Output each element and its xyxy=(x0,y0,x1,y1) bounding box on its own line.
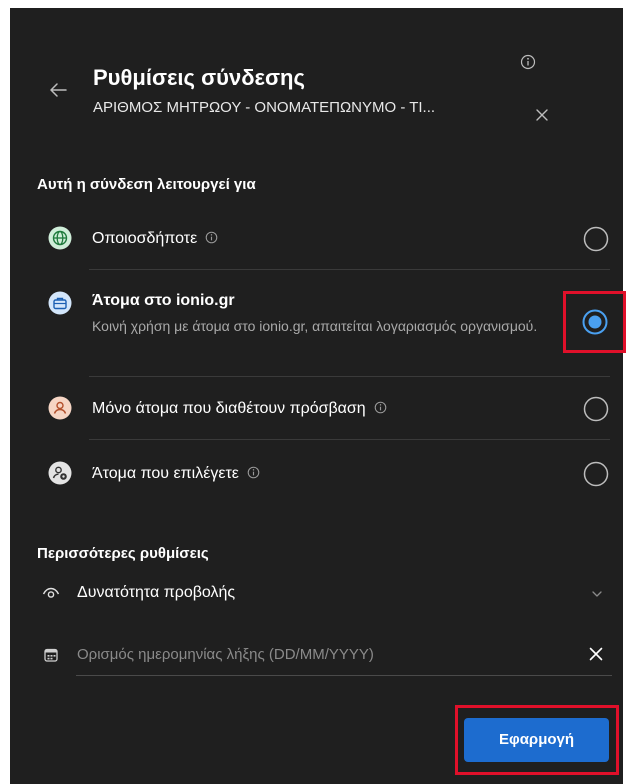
expiry-date-field[interactable]: Ορισμός ημερομηνίας λήξης (DD/MM/YYYY) xyxy=(37,635,612,675)
radio-people-with-access[interactable] xyxy=(583,396,609,422)
option-people-you-choose-label: Άτομα που επιλέγετε xyxy=(92,465,239,482)
view-permission-dropdown[interactable]: Δυνατότητα προβολής xyxy=(37,576,612,610)
divider xyxy=(89,439,610,440)
briefcase-icon xyxy=(48,291,72,315)
person-icon xyxy=(48,396,72,420)
option-people-with-access-label: Μόνο άτομα που διαθέτουν πρόσβαση xyxy=(92,400,366,417)
clear-date-icon[interactable] xyxy=(588,646,604,662)
divider xyxy=(89,269,610,270)
view-permission-label: Δυνατότητα προβολής xyxy=(77,584,236,601)
back-arrow-icon[interactable] xyxy=(46,78,70,102)
close-icon[interactable] xyxy=(534,107,550,123)
option-ionio-description: Κοινή χρήση με άτομα στο ionio.gr, απαιτ… xyxy=(92,318,538,334)
option-ionio-label[interactable]: Άτομα στο ionio.gr xyxy=(92,292,235,310)
radio-ionio-selected[interactable] xyxy=(582,309,608,335)
option-anyone-label: Οποιοσδήποτε xyxy=(92,230,198,247)
radio-anyone[interactable] xyxy=(583,226,609,252)
divider xyxy=(89,376,610,377)
more-settings-heading: Περισσότερες ρυθμίσεις xyxy=(37,545,209,562)
apply-button[interactable]: Εφαρμογή xyxy=(464,718,609,762)
info-icon[interactable] xyxy=(520,54,536,70)
calendar-icon xyxy=(44,648,58,662)
expiry-date-placeholder: Ορισμός ημερομηνίας λήξης (DD/MM/YYYY) xyxy=(77,646,374,663)
globe-icon xyxy=(48,226,72,250)
option-people-you-choose[interactable]: Άτομα που επιλέγετε xyxy=(92,465,260,483)
access-section-heading: Αυτή η σύνδεση λειτουργεί για xyxy=(37,176,256,193)
info-icon[interactable] xyxy=(205,231,218,244)
page-title: Ρυθμίσεις σύνδεσης xyxy=(93,65,305,90)
info-icon[interactable] xyxy=(374,401,387,414)
file-name-subtitle: ΑΡΙΘΜΟΣ ΜΗΤΡΩΟΥ - ΟΝΟΜΑΤΕΠΩΝΥΜΟ - ΤΙ... xyxy=(93,99,436,116)
chevron-down-icon xyxy=(590,587,604,601)
eye-icon xyxy=(42,586,60,600)
radio-people-you-choose[interactable] xyxy=(583,461,609,487)
info-icon[interactable] xyxy=(247,466,260,479)
link-settings-panel: Ρυθμίσεις σύνδεσης ΑΡΙΘΜΟΣ ΜΗΤΡΩΟΥ - ΟΝΟ… xyxy=(10,8,626,784)
input-underline xyxy=(76,675,612,676)
people-gear-icon xyxy=(48,461,72,485)
option-anyone[interactable]: Οποιοσδήποτε xyxy=(92,230,218,248)
option-people-with-access[interactable]: Μόνο άτομα που διαθέτουν πρόσβαση xyxy=(92,400,387,418)
